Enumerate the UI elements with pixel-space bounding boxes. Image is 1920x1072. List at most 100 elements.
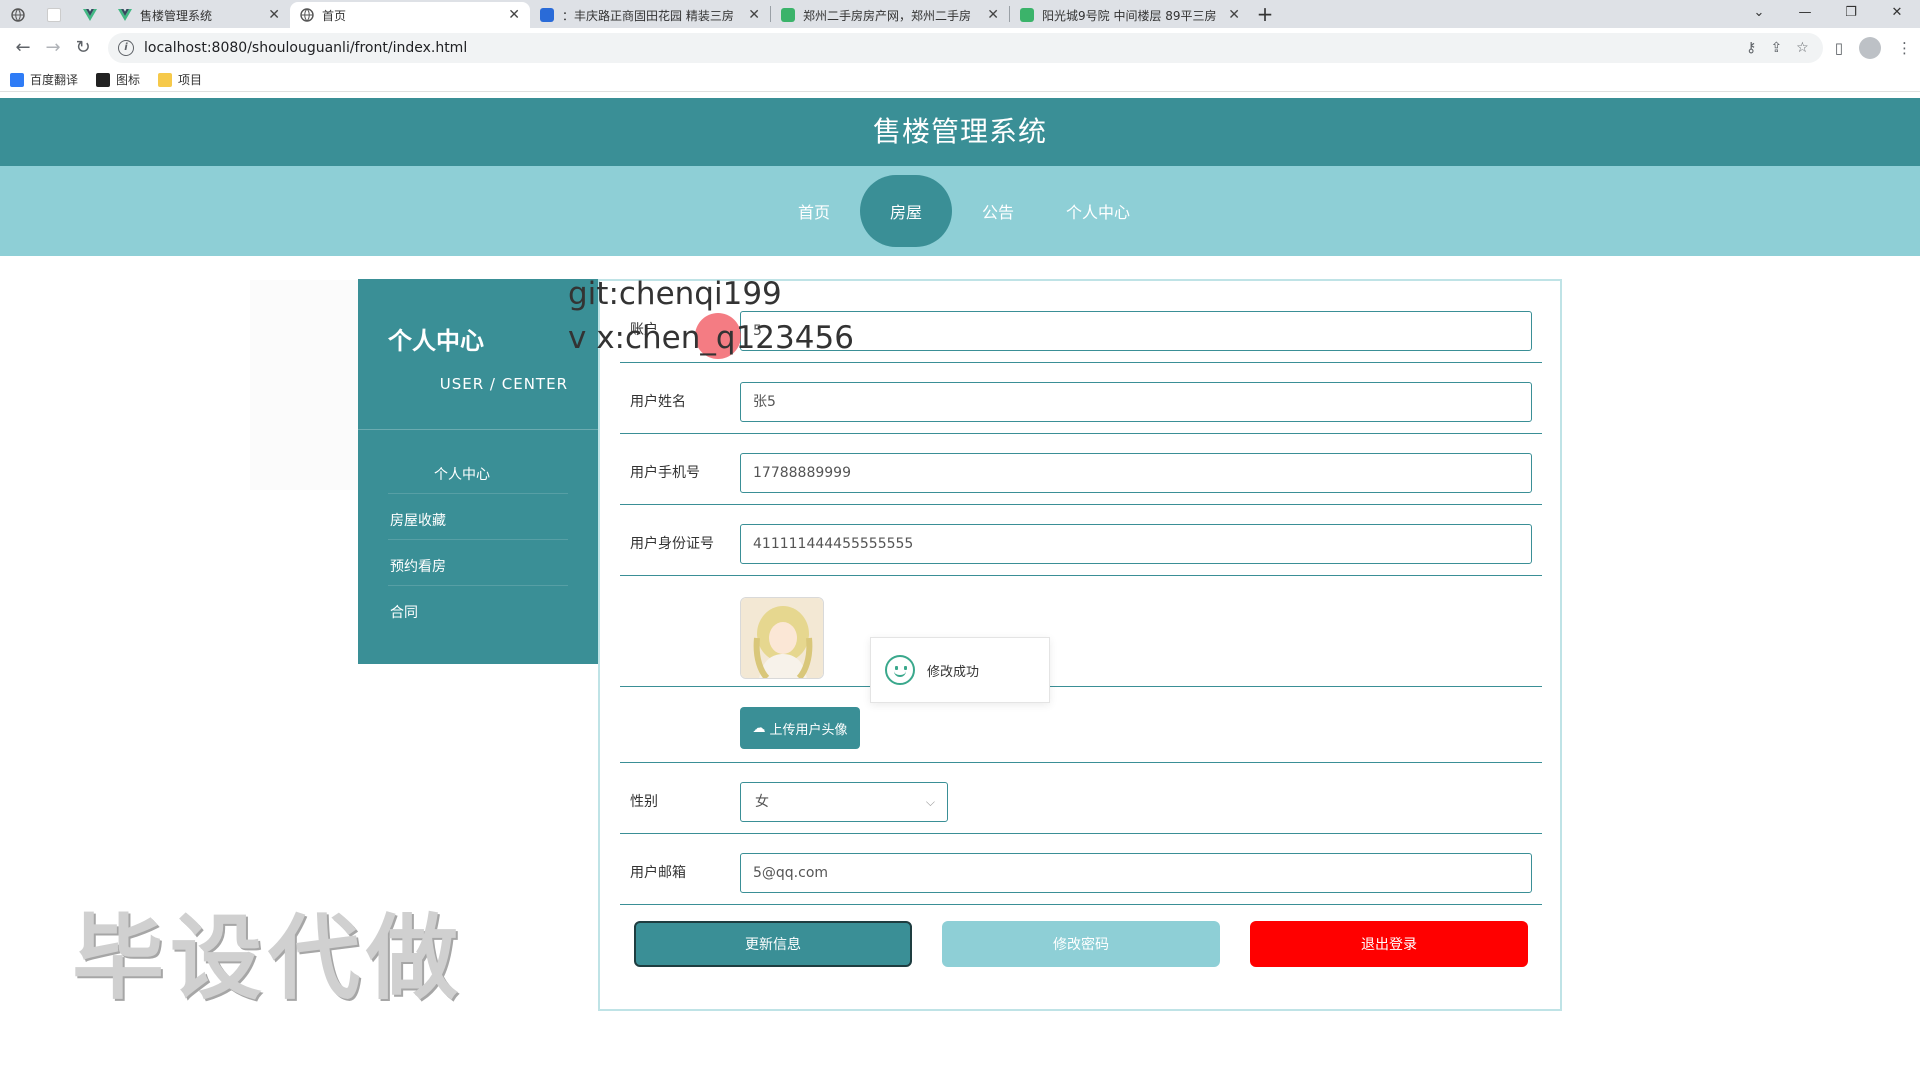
side-panel-icon[interactable]: ▯ bbox=[1835, 39, 1843, 57]
minimize-icon[interactable]: — bbox=[1782, 0, 1828, 28]
tab-listing-2[interactable]: 郑州二手房房产网，郑州二手房 ✕ bbox=[771, 2, 1009, 28]
menu-icon[interactable]: ⋮ bbox=[1897, 39, 1912, 57]
main-nav: 首页 房屋 公告 个人中心 bbox=[0, 166, 1920, 256]
translate-icon bbox=[10, 72, 24, 87]
tab-home[interactable]: 首页 ✕ bbox=[290, 2, 530, 28]
pinned-tab-3[interactable] bbox=[72, 2, 108, 28]
site-info-icon[interactable]: i bbox=[118, 40, 134, 56]
close-icon[interactable]: ✕ bbox=[508, 7, 520, 23]
sidebar-subtitle: USER / CENTER bbox=[439, 375, 568, 393]
image-icon bbox=[96, 72, 111, 87]
browser-tabstrip: 售楼管理系统 ✕ 首页 ✕ ：丰庆路正商固田花园 精装三房 ✕ 郑州二手房房产网… bbox=[0, 0, 1920, 28]
update-info-button[interactable]: 更新信息 bbox=[634, 921, 912, 967]
profile-avatar-icon[interactable] bbox=[1859, 37, 1881, 59]
profile-form: 账户 5 用户姓名 张5 用户手机号 17788889999 用户身份证号 41… bbox=[598, 279, 1562, 1011]
logout-button[interactable]: 退出登录 bbox=[1250, 921, 1528, 967]
tab-search-icon[interactable]: ⌄ bbox=[1736, 0, 1782, 28]
back-icon[interactable]: ← bbox=[8, 33, 38, 63]
nav-label: 公告 bbox=[981, 203, 1014, 222]
folder-icon bbox=[158, 72, 173, 87]
name-field[interactable]: 张5 bbox=[740, 382, 1532, 422]
avatar bbox=[740, 597, 824, 679]
sidebar-item-appointments[interactable]: 预约看房 bbox=[390, 556, 446, 576]
address-bar[interactable]: i localhost:8080/shoulouguanli/front/ind… bbox=[108, 33, 1823, 63]
tab-title: 首页 bbox=[322, 8, 347, 23]
email-label: 用户邮箱 bbox=[630, 865, 686, 881]
close-window-icon[interactable]: ✕ bbox=[1874, 0, 1920, 28]
form-row-gender: 性别 女 ⌵ bbox=[620, 763, 1542, 834]
restore-icon[interactable]: ❐ bbox=[1828, 0, 1874, 28]
gender-label: 性别 bbox=[630, 794, 658, 810]
close-icon[interactable]: ✕ bbox=[987, 7, 999, 23]
close-icon[interactable]: ✕ bbox=[748, 7, 760, 23]
house-icon bbox=[1020, 8, 1034, 22]
tab-title: 郑州二手房房产网，郑州二手房 bbox=[803, 8, 972, 23]
nav-label: 房屋 bbox=[889, 203, 922, 222]
nav-label: 个人中心 bbox=[1065, 203, 1130, 222]
close-icon[interactable]: ✕ bbox=[1228, 7, 1240, 23]
bookmark-project[interactable]: 项目 bbox=[158, 71, 202, 88]
sidebar-item-contracts[interactable]: 合同 bbox=[390, 602, 418, 622]
url-text[interactable]: localhost:8080/shoulouguanli/front/index… bbox=[144, 40, 1746, 56]
form-row-phone: 用户手机号 17788889999 bbox=[620, 434, 1542, 505]
site-title: 售楼管理系统 bbox=[872, 115, 1047, 148]
forward-icon[interactable]: → bbox=[38, 33, 68, 63]
phone-field[interactable]: 17788889999 bbox=[740, 453, 1532, 493]
globe-icon bbox=[300, 8, 314, 22]
nav-home[interactable]: 首页 bbox=[768, 175, 860, 247]
star-icon[interactable]: ☆ bbox=[1796, 40, 1809, 56]
browser-toolbar: ← → ↻ i localhost:8080/shoulouguanli/fro… bbox=[0, 28, 1920, 68]
tab-shoulou[interactable]: 售楼管理系统 ✕ bbox=[108, 2, 290, 28]
sidebar-divider bbox=[358, 429, 598, 430]
bookmark-translate[interactable]: 百度翻译 bbox=[10, 71, 78, 88]
account-field[interactable]: 5 bbox=[740, 311, 1532, 351]
sidebar-title: 个人中心 bbox=[388, 327, 484, 355]
bookmarks-bar: 百度翻译 图标 项目 bbox=[0, 68, 1920, 92]
watermark-text: 毕设代做 bbox=[72, 905, 465, 1012]
reload-icon[interactable]: ↻ bbox=[68, 33, 98, 63]
key-icon[interactable]: ⚷ bbox=[1746, 40, 1756, 56]
nav-user-center[interactable]: 个人中心 bbox=[1044, 175, 1152, 247]
nav-houses[interactable]: 房屋 bbox=[859, 175, 952, 247]
nav-label: 首页 bbox=[797, 203, 830, 222]
tab-title: 售楼管理系统 bbox=[140, 8, 213, 23]
sidebar-separator bbox=[388, 493, 568, 494]
gender-select[interactable]: 女 ⌵ bbox=[740, 782, 948, 822]
share-icon[interactable]: ⇪ bbox=[1770, 40, 1782, 56]
sidebar-item-profile[interactable]: 个人中心 bbox=[434, 464, 490, 484]
upload-avatar-button[interactable]: ☁ 上传用户头像 bbox=[740, 707, 860, 749]
bookmark-label: 图标 bbox=[116, 73, 141, 87]
tab-listing-1[interactable]: ：丰庆路正商固田花园 精装三房 ✕ bbox=[530, 2, 770, 28]
tab-listing-3[interactable]: 阳光城9号院 中间楼层 89平三房 ✕ bbox=[1010, 2, 1250, 28]
user-center-sidebar: 个人中心 USER / CENTER 个人中心 房屋收藏 预约看房 合同 bbox=[358, 279, 598, 664]
pinned-tab-2[interactable] bbox=[36, 2, 72, 28]
id-label: 用户身份证号 bbox=[630, 536, 714, 552]
cloud-upload-icon: ☁ bbox=[752, 720, 766, 736]
vx-overlay-text: v x:chen_q123456 bbox=[568, 320, 854, 356]
id-card-field[interactable]: 411111444455555555 bbox=[740, 524, 1532, 564]
vue-logo-icon bbox=[83, 8, 97, 22]
new-tab-button[interactable]: + bbox=[1250, 2, 1280, 28]
site-icon bbox=[540, 8, 554, 22]
toast-message: 修改成功 bbox=[927, 664, 980, 680]
site-header: 售楼管理系统 bbox=[0, 98, 1920, 166]
change-password-button[interactable]: 修改密码 bbox=[942, 921, 1220, 967]
email-field[interactable]: 5@qq.com bbox=[740, 853, 1532, 893]
name-label: 用户姓名 bbox=[630, 394, 686, 410]
gender-value: 女 bbox=[755, 794, 769, 810]
close-icon[interactable]: ✕ bbox=[268, 7, 280, 23]
bookmark-label: 百度翻译 bbox=[30, 73, 79, 87]
window-controls: ⌄ — ❐ ✕ bbox=[1736, 0, 1920, 28]
phone-label: 用户手机号 bbox=[630, 465, 700, 481]
pinned-tab-1[interactable] bbox=[0, 2, 36, 28]
tab-title: ：丰庆路正商固田花园 精装三房 bbox=[562, 8, 734, 23]
bookmark-icons[interactable]: 图标 bbox=[96, 71, 140, 88]
tab-title: 阳光城9号院 中间楼层 89平三房 bbox=[1042, 8, 1217, 23]
form-row-email: 用户邮箱 5@qq.com bbox=[620, 834, 1542, 905]
blank-page-icon bbox=[47, 8, 61, 22]
chevron-down-icon: ⌵ bbox=[925, 795, 935, 809]
sidebar-item-favorites[interactable]: 房屋收藏 bbox=[390, 510, 446, 530]
house-icon bbox=[781, 8, 795, 22]
contact-overlay: git:chenqi199 v x:chen_q123456 bbox=[568, 272, 854, 360]
nav-notices[interactable]: 公告 bbox=[952, 175, 1044, 247]
